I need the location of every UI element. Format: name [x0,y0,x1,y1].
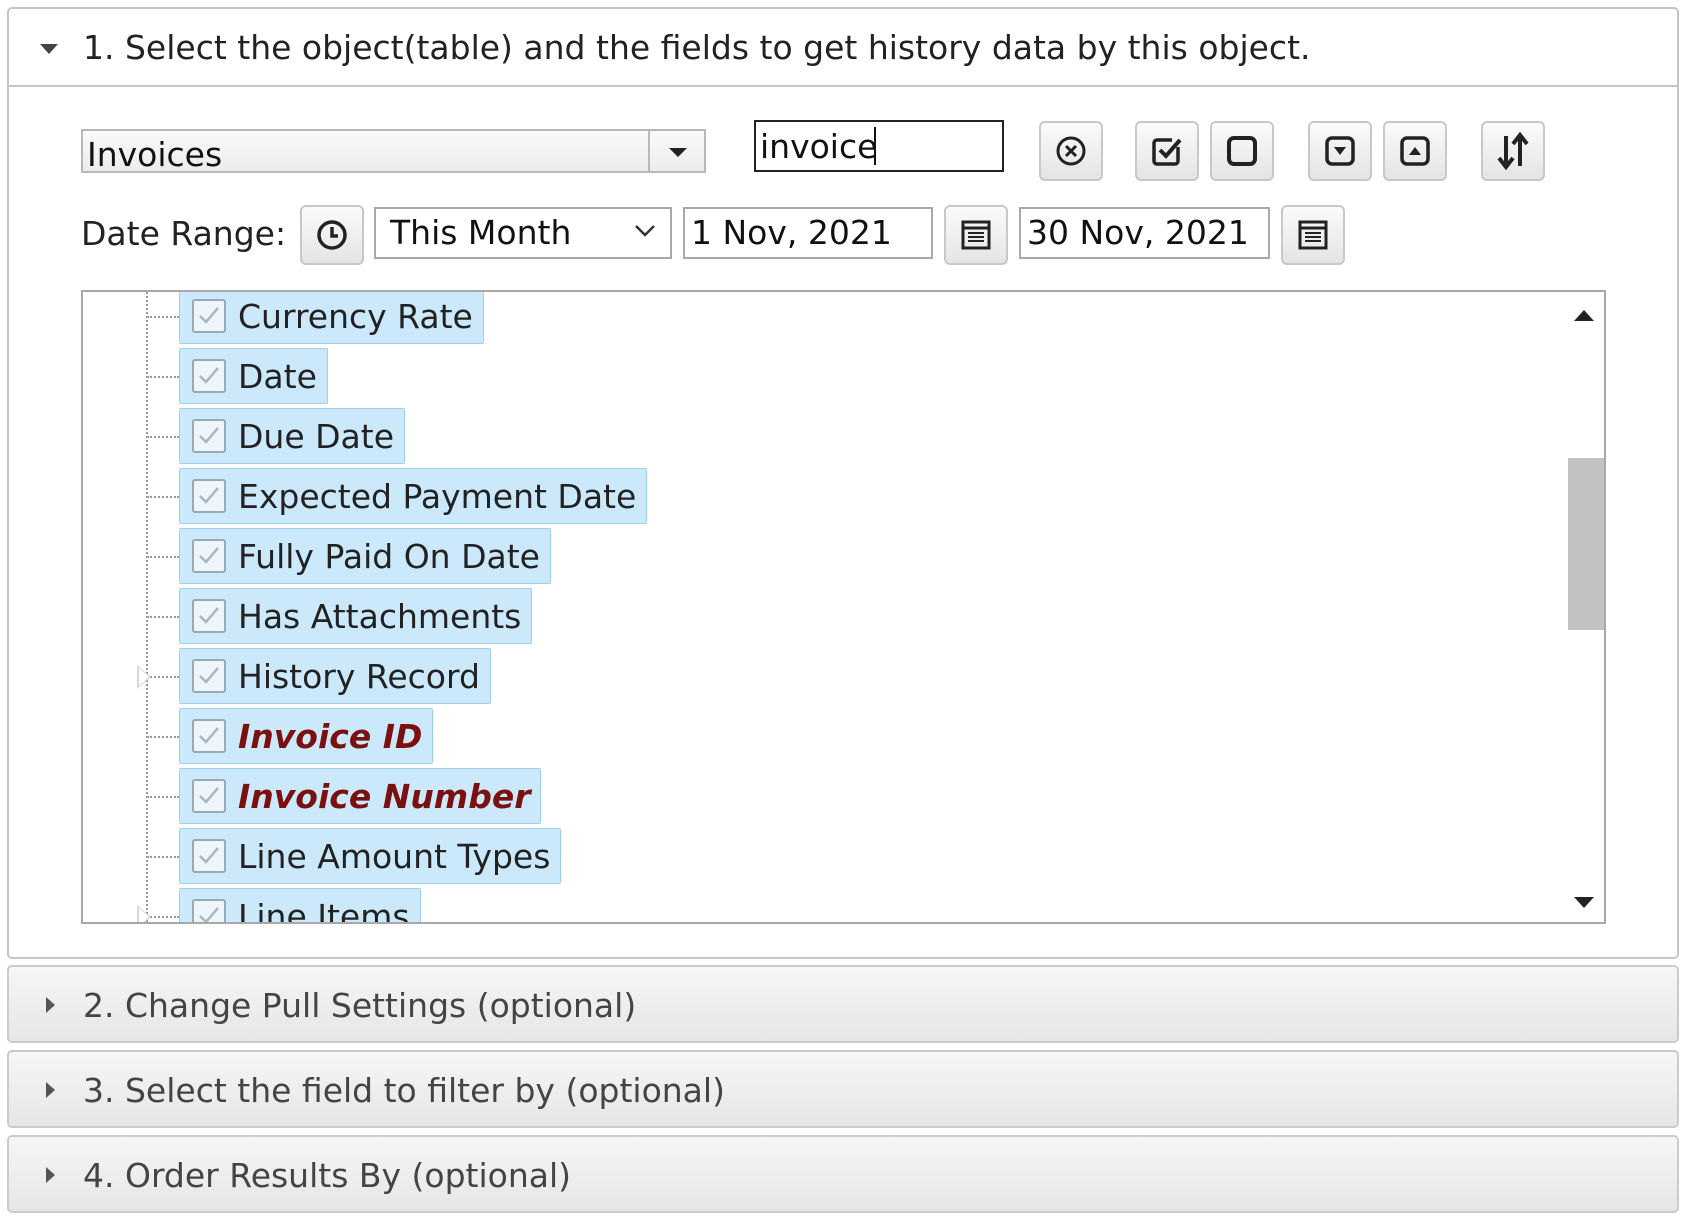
checkbox-checked-icon[interactable] [192,779,226,813]
checkbox-checked-icon[interactable] [192,719,226,753]
expand-triangle-icon [46,1082,55,1098]
section-4-title: 4. Order Results By (optional) [83,1156,572,1195]
section-2-title: 2. Change Pull Settings (optional) [83,986,637,1025]
tree-connector [147,676,179,678]
tree-connector [147,616,179,618]
checkbox-checked-icon[interactable] [192,299,226,333]
date-range-clock-button[interactable] [300,205,364,265]
check-all-icon [1152,138,1182,166]
sort-icon [1497,132,1529,170]
tree-node-label: Due Date [238,416,394,456]
field-search-input[interactable] [754,120,1004,172]
tree-node-chip[interactable]: Line Items [179,888,421,924]
expand-triangle-icon [46,1167,55,1183]
end-date-calendar-button[interactable] [1281,205,1345,265]
sort-button[interactable] [1481,121,1545,181]
tree-node-label: Invoice ID [238,716,423,756]
caret-down-icon [669,148,687,157]
tree-connector [147,916,179,918]
check-all-button[interactable] [1135,121,1199,181]
tree-node-chip[interactable]: Invoice ID [179,708,434,764]
tree-connector [147,736,179,738]
tree-node-chip[interactable]: Currency Rate [179,292,484,344]
checkbox-checked-icon[interactable] [192,899,226,922]
start-date-value: 1 Nov, 2021 [691,213,892,252]
tree-node-label: Expected Payment Date [238,476,637,516]
expand-all-icon [1325,136,1355,166]
scroll-down-arrow-icon[interactable] [1574,897,1594,908]
tree-scrollbar[interactable] [1564,292,1604,922]
tree-connector [147,556,179,558]
date-range-preset-select[interactable]: This Month [374,207,672,259]
text-cursor [874,127,876,165]
tree-node-label: Has Attachments [238,596,522,636]
tree-node-chip[interactable]: Due Date [179,408,405,464]
end-date-field[interactable]: 30 Nov, 2021 [1019,207,1270,259]
scroll-thumb[interactable] [1568,458,1604,630]
tree-node-label: Line Items [238,896,410,924]
checkbox-checked-icon[interactable] [192,659,226,693]
expand-node-triangle-icon[interactable] [137,905,151,922]
tree-node-chip[interactable]: Line Amount Types [179,828,562,884]
tree-connector [147,316,179,318]
start-date-calendar-button[interactable] [944,205,1008,265]
expand-triangle-icon [46,997,55,1013]
section-4-header[interactable]: 4. Order Results By (optional) [7,1135,1679,1213]
collapse-all-button[interactable] [1383,121,1447,181]
calendar-icon [1298,220,1328,250]
section-1-title: 1. Select the object(table) and the fiel… [83,28,1311,67]
tree-node-chip[interactable]: Fully Paid On Date [179,528,551,584]
checkbox-checked-icon[interactable] [192,479,226,513]
expand-node-triangle-icon[interactable] [137,665,151,689]
tree-connector [147,856,179,858]
checkbox-checked-icon[interactable] [192,539,226,573]
tree-node-label: Line Amount Types [238,836,551,876]
collapse-all-icon [1400,136,1430,166]
checkbox-checked-icon[interactable] [192,599,226,633]
tree-node-label: Date [238,356,317,396]
tree-connector [147,436,179,438]
uncheck-all-button[interactable] [1210,121,1274,181]
tree-node-chip[interactable]: Invoice Number [179,768,542,824]
object-select-arrow[interactable] [648,131,704,171]
tree-node-label: Currency Rate [238,296,473,336]
calendar-icon [961,220,991,250]
section-3-header[interactable]: 3. Select the field to filter by (option… [7,1050,1679,1128]
clear-search-button[interactable] [1039,121,1103,181]
chevron-down-icon [635,225,655,237]
date-range-label: Date Range: [81,214,287,253]
checkbox-checked-icon[interactable] [192,359,226,393]
checkbox-checked-icon[interactable] [192,839,226,873]
collapse-triangle-icon[interactable] [40,44,58,54]
tree-connector [147,496,179,498]
end-date-value: 30 Nov, 2021 [1027,213,1249,252]
tree-connector [147,796,179,798]
section-1-header[interactable]: 1. Select the object(table) and the fiel… [9,9,1677,87]
tree-guide-line [146,292,148,922]
tree-connector [147,376,179,378]
field-tree[interactable]: Currency Rate Date Due Date Expected Paymen… [81,290,1606,924]
date-range-preset-value: This Month [390,213,572,252]
tree-node-label: History Record [238,656,480,696]
tree-node-chip[interactable]: History Record [179,648,491,704]
tree-node-label: Fully Paid On Date [238,536,540,576]
clear-search-icon [1056,136,1086,166]
clock-icon [317,220,347,250]
uncheck-all-icon [1227,136,1257,166]
tree-node-chip[interactable]: Has Attachments [179,588,533,644]
object-select[interactable]: Invoices [81,129,706,174]
tree-node-chip[interactable]: Expected Payment Date [179,468,648,524]
scroll-up-arrow-icon[interactable] [1574,310,1594,321]
tree-node-label: Invoice Number [238,776,531,816]
object-select-value: Invoices [87,135,223,174]
checkbox-checked-icon[interactable] [192,419,226,453]
expand-all-button[interactable] [1308,121,1372,181]
section-3-title: 3. Select the field to filter by (option… [83,1071,725,1110]
tree-node-chip[interactable]: Date [179,348,328,404]
start-date-field[interactable]: 1 Nov, 2021 [683,207,933,259]
section-2-header[interactable]: 2. Change Pull Settings (optional) [7,965,1679,1043]
